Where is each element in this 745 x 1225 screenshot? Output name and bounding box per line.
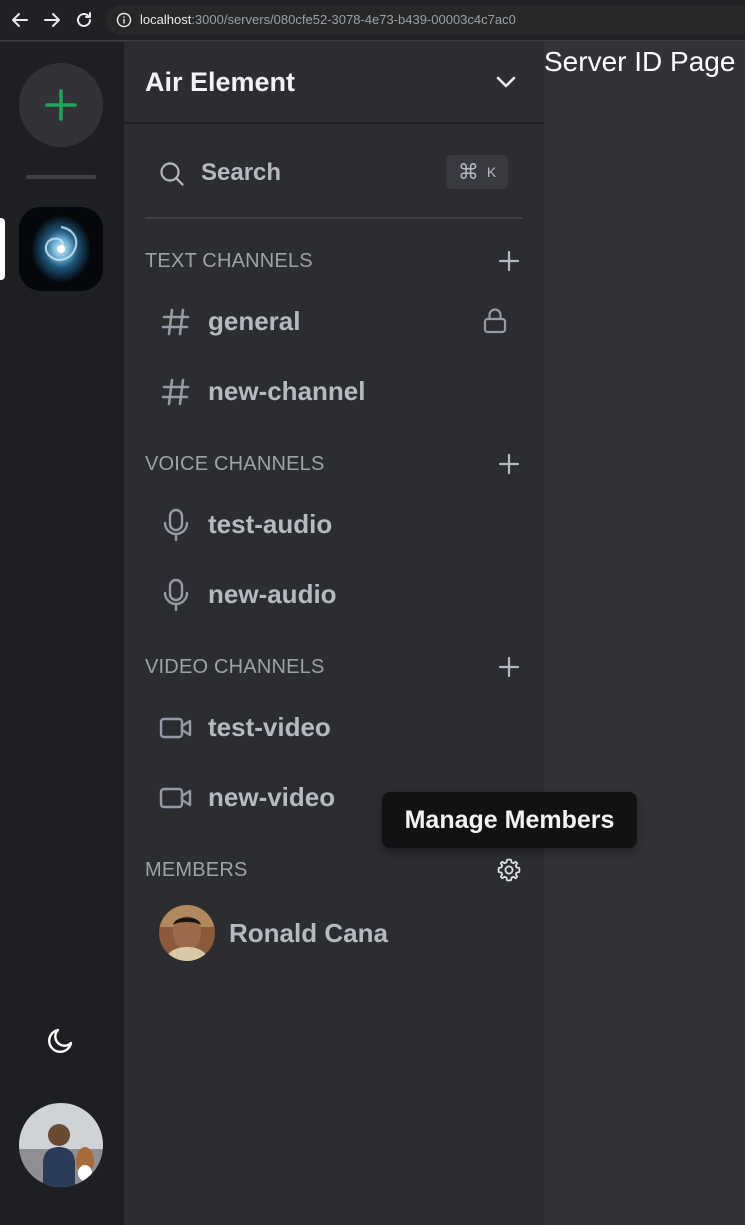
channel-name: new-audio bbox=[208, 579, 337, 609]
search-label: Search bbox=[201, 159, 282, 186]
url-path: :3000/servers/080cfe52-3078-4e73-b439-00… bbox=[191, 12, 516, 27]
server-name: Air Element bbox=[145, 66, 296, 97]
address-bar[interactable]: localhost:3000/servers/080cfe52-3078-4e7… bbox=[106, 5, 745, 35]
search-shortcut: ⌘ K bbox=[446, 155, 508, 189]
plus-icon bbox=[498, 453, 520, 475]
section-title: TEXT CHANNELS bbox=[145, 250, 313, 272]
channel-new-channel[interactable]: new-channel bbox=[145, 363, 522, 419]
text-channels-header: TEXT CHANNELS bbox=[145, 246, 522, 276]
manage-members-tooltip: Manage Members bbox=[382, 792, 637, 848]
channel-name: test-video bbox=[208, 712, 331, 742]
channel-name: test-audio bbox=[208, 509, 333, 539]
sidebar-separator bbox=[145, 217, 522, 219]
page-title: Server ID Page bbox=[544, 46, 736, 77]
channel-name: general bbox=[208, 306, 301, 336]
members-header: MEMBERS bbox=[145, 855, 522, 885]
member-item[interactable]: Ronald Cana bbox=[145, 902, 522, 964]
add-text-channel-button[interactable] bbox=[496, 248, 522, 274]
rail-divider bbox=[26, 175, 96, 179]
user-avatar[interactable] bbox=[19, 1103, 103, 1187]
video-camera-icon bbox=[159, 711, 193, 745]
lock-icon bbox=[482, 307, 508, 340]
video-channels-header: VIDEO CHANNELS bbox=[145, 652, 522, 682]
moon-icon bbox=[48, 1028, 73, 1053]
member-avatar bbox=[159, 905, 215, 961]
search-button[interactable]: Search ⌘ K bbox=[145, 146, 522, 200]
plus-icon bbox=[45, 89, 77, 121]
microphone-icon bbox=[159, 578, 193, 612]
section-title: VIDEO CHANNELS bbox=[145, 656, 325, 678]
shortcut-key: K bbox=[486, 164, 497, 180]
command-key-icon: ⌘ bbox=[457, 160, 479, 184]
server-icon-air-element[interactable] bbox=[19, 207, 103, 291]
channel-test-video[interactable]: test-video bbox=[145, 699, 522, 755]
plus-icon bbox=[498, 656, 520, 678]
channel-name: new-video bbox=[208, 782, 336, 812]
server-rail bbox=[0, 42, 124, 1225]
forward-icon[interactable] bbox=[40, 8, 64, 32]
plus-icon bbox=[498, 250, 520, 272]
url-host: localhost bbox=[140, 12, 192, 27]
add-video-channel-button[interactable] bbox=[496, 654, 522, 680]
search-icon bbox=[159, 161, 185, 192]
theme-toggle-button[interactable] bbox=[43, 1022, 79, 1058]
section-title: VOICE CHANNELS bbox=[145, 453, 325, 475]
url-text: localhost:3000/servers/080cfe52-3078-4e7… bbox=[140, 12, 516, 27]
channel-name: new-channel bbox=[208, 376, 366, 406]
back-icon[interactable] bbox=[8, 8, 32, 32]
gear-icon bbox=[497, 858, 521, 882]
channel-sidebar: Air Element Search ⌘ K TEXT CHANNELS gen… bbox=[124, 42, 544, 1225]
video-camera-icon bbox=[159, 781, 193, 815]
server-header[interactable]: Air Element bbox=[124, 42, 544, 124]
hash-icon bbox=[159, 375, 193, 409]
channel-test-audio[interactable]: test-audio bbox=[145, 496, 522, 552]
chevron-down-icon bbox=[494, 70, 518, 99]
add-voice-channel-button[interactable] bbox=[496, 451, 522, 477]
browser-toolbar: localhost:3000/servers/080cfe52-3078-4e7… bbox=[0, 0, 745, 41]
microphone-icon bbox=[159, 508, 193, 542]
add-server-button[interactable] bbox=[19, 63, 103, 147]
channel-new-audio[interactable]: new-audio bbox=[145, 566, 522, 622]
voice-channels-header: VOICE CHANNELS bbox=[145, 449, 522, 479]
reload-icon[interactable] bbox=[72, 8, 96, 32]
active-server-indicator bbox=[0, 218, 5, 280]
info-icon[interactable] bbox=[116, 12, 132, 33]
channel-general[interactable]: general bbox=[145, 293, 522, 349]
member-name: Ronald Cana bbox=[229, 918, 388, 948]
section-title: MEMBERS bbox=[145, 859, 248, 881]
hash-icon bbox=[159, 305, 193, 339]
manage-members-button[interactable] bbox=[496, 857, 522, 883]
